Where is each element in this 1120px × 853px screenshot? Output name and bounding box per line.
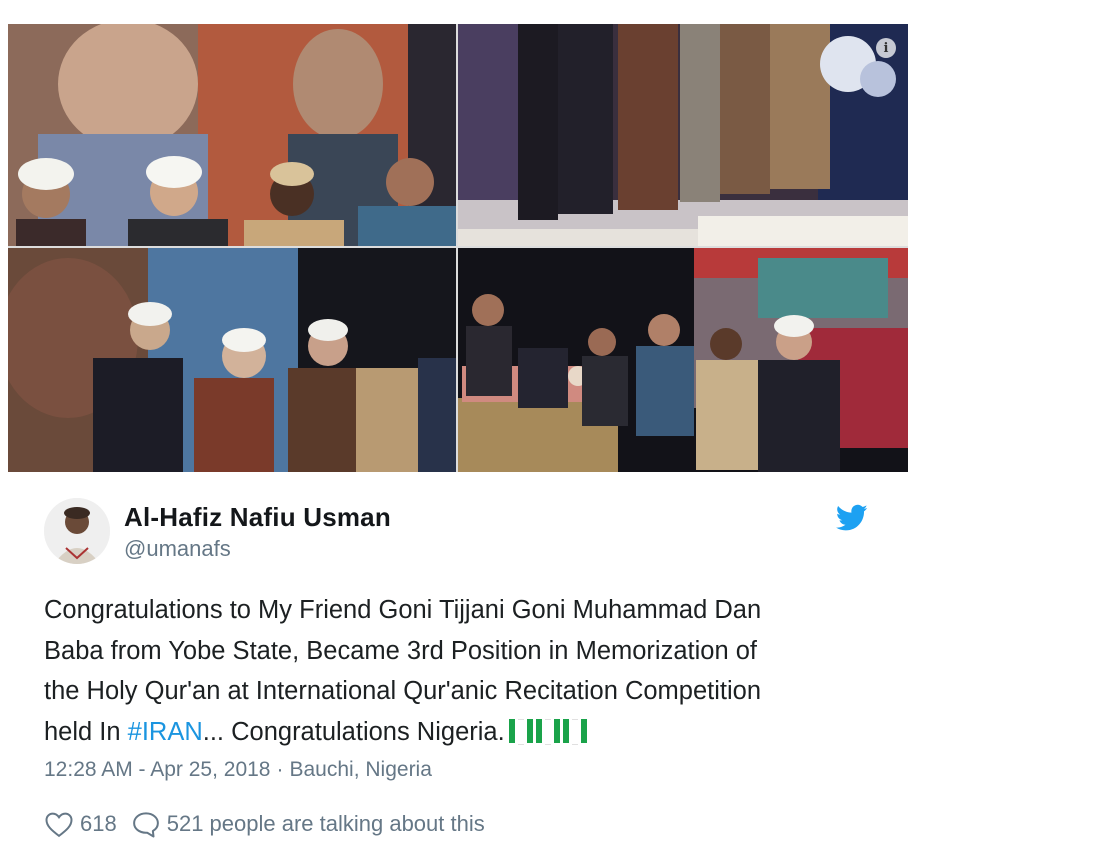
photo-4-image (458, 248, 908, 472)
nigeria-flag-icon (508, 718, 587, 745)
hashtag-link[interactable]: #IRAN (128, 718, 203, 746)
talking-count: 521 people are talking about this (166, 811, 485, 836)
like-button[interactable]: 618 (44, 810, 117, 838)
tweet-text: Congratulations to My Friend Goni Tijjan… (44, 590, 874, 752)
location-link[interactable]: Bauchi, Nigeria (290, 758, 432, 781)
tweet-text-line: held In #IRAN... Congratulations Nigeria… (44, 712, 874, 753)
photo-3-image (8, 248, 456, 472)
tweet-text-segment: ... Congratulations Nigeria. (202, 717, 505, 746)
photo-1[interactable] (8, 24, 456, 246)
timestamp-link[interactable]: 12:28 AM - Apr 25, 2018 (44, 758, 271, 781)
info-icon[interactable]: i (876, 38, 896, 58)
embedded-tweet: i Al-Hafiz Nafiu Usman @umanafs Congratu… (0, 0, 920, 853)
avatar[interactable] (44, 498, 110, 564)
tweet-text-line: Congratulations to My Friend Goni Tijjan… (44, 596, 762, 624)
tweet-author: Al-Hafiz Nafiu Usman @umanafs (44, 496, 874, 566)
heart-icon (45, 812, 73, 838)
reply-button[interactable]: 521 people are talking about this (131, 810, 485, 838)
photo-2-image (458, 24, 908, 246)
avatar-image (44, 498, 110, 564)
display-name[interactable]: Al-Hafiz Nafiu Usman (124, 502, 391, 533)
photo-1-image (8, 24, 456, 246)
tweet-text-line: Baba from Yobe State, Became 3rd Positio… (44, 636, 757, 665)
tweet-text-line: the Holy Qur'an at International Qur'ani… (44, 677, 762, 705)
like-count: 618 (80, 811, 117, 836)
speech-bubble-icon (132, 812, 159, 838)
user-handle[interactable]: @umanafs (124, 536, 231, 562)
tweet-text-segment: held In (44, 717, 128, 746)
photo-3[interactable] (8, 248, 456, 472)
photo-4[interactable] (458, 248, 908, 472)
twitter-bird-icon[interactable] (836, 504, 868, 532)
meta-separator: · (276, 758, 284, 781)
photo-2[interactable]: i (458, 24, 908, 246)
media-grid: i (8, 24, 908, 472)
tweet-actions: 618 521 people are talking about this (44, 806, 499, 842)
tweet-meta: 12:28 AM - Apr 25, 2018 · Bauchi, Nigeria (44, 758, 432, 782)
